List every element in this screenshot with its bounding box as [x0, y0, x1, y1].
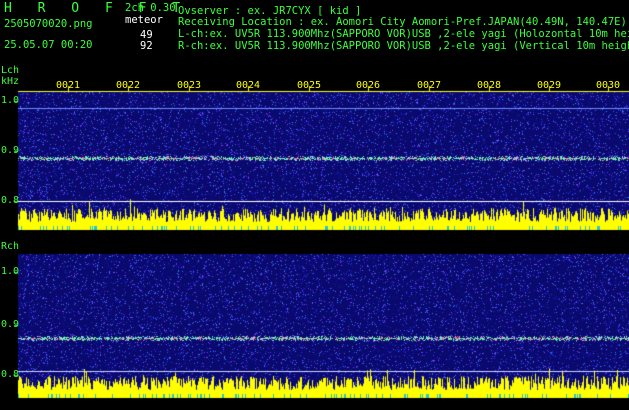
time-tick-label: 0027 — [417, 80, 442, 91]
hrofft-window: H R O F F T 2ch 0.30 2505070020.png mete… — [0, 0, 629, 410]
version-label: 2ch 0.30 — [125, 2, 176, 14]
time-tick-label: 0025 — [297, 80, 322, 91]
datetime-label: 25.05.07 00:20 — [4, 39, 93, 51]
frequency-tick-label: 1.0 — [1, 266, 20, 277]
detection-label: meteor — [125, 14, 163, 26]
rch-count: 92 — [140, 40, 153, 52]
rch-axis-label: Rch — [1, 241, 20, 252]
lch-axis-label: Lch — [1, 65, 20, 76]
frequency-tick-label: 0.8 — [1, 195, 20, 206]
time-tick-label: 0030 — [596, 80, 621, 91]
khz-unit-label: kHz — [1, 76, 20, 87]
time-tick-label: 0026 — [356, 80, 381, 91]
frequency-tick-label: 0.9 — [1, 319, 20, 330]
frequency-tick-label: 0.9 — [1, 145, 20, 156]
lch-count: 49 — [140, 29, 153, 41]
time-tick-label: 0029 — [537, 80, 562, 91]
time-tick-label: 0022 — [116, 80, 141, 91]
time-tick-label: 0028 — [477, 80, 502, 91]
frequency-tick-label: 1.0 — [1, 95, 20, 106]
time-tick-label: 0023 — [177, 80, 202, 91]
location-info: Receiving Location : ex. Aomori City Aom… — [178, 16, 627, 28]
observer-info: Ovserver : ex. JR7CYX [ kid ] — [178, 5, 362, 17]
lch-info: L-ch:ex. UV5R 113.900Mhz(SAPPORO VOR)USB… — [178, 28, 629, 40]
time-tick-label: 0024 — [236, 80, 261, 91]
frequency-tick-label: 0.8 — [1, 369, 20, 380]
spectrogram-canvas — [0, 0, 629, 410]
filename-label: 2505070020.png — [4, 18, 93, 30]
time-tick-label: 0021 — [56, 80, 81, 91]
rch-info: R-ch:ex. UV5R 113.900Mhz(SAPPORO VOR)USB… — [178, 40, 629, 52]
